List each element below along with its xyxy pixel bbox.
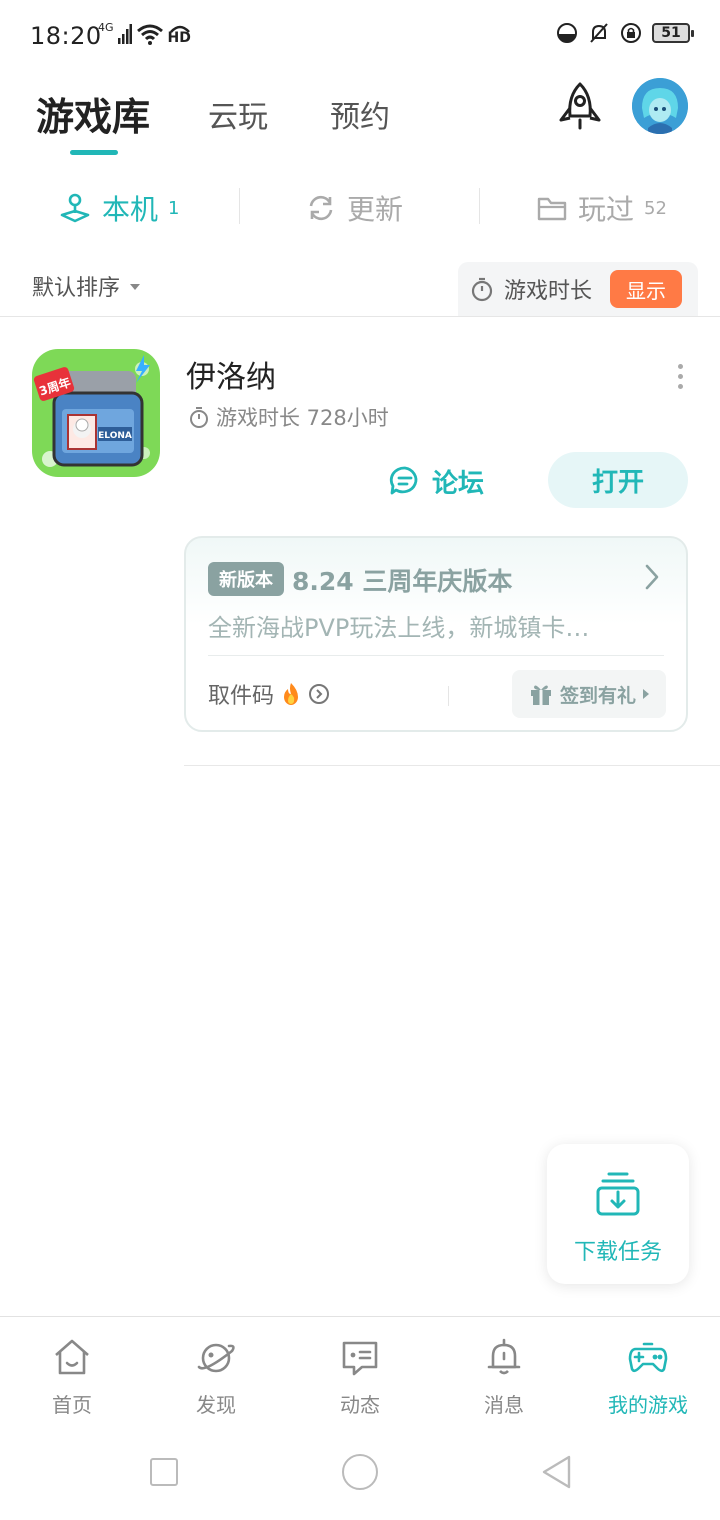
playtime-toggle-bar: 游戏时长 显示 [458, 262, 698, 316]
nav-messages-label: 消息 [484, 1393, 524, 1417]
update-description: 全新海战PVP玩法上线，新城镇卡… [208, 614, 590, 642]
home-button[interactable] [342, 1454, 378, 1490]
joystick-icon [60, 193, 90, 223]
stopwatch-icon [190, 407, 208, 428]
sort-row: 默认排序 游戏时长 显示 [0, 262, 720, 316]
folder-icon [537, 197, 567, 221]
bottom-navigation: 首页 发现 动态 消息 我的游戏 [0, 1316, 720, 1426]
show-playtime-button[interactable]: 显示 [610, 270, 682, 308]
new-version-badge: 新版本 [208, 562, 284, 596]
chat-icon [342, 1341, 378, 1376]
bell-icon [487, 1338, 521, 1375]
divider [184, 765, 720, 766]
nav-my-games-label: 我的游戏 [608, 1393, 688, 1417]
playtime-toggle-label: 游戏时长 [504, 279, 593, 304]
nav-discover-label: 发现 [196, 1393, 236, 1417]
tab-reservation[interactable]: 预约 [330, 92, 390, 136]
forum-button[interactable]: 论坛 [388, 458, 484, 504]
caret-right-icon [643, 689, 649, 699]
nav-discover[interactable]: 发现 [144, 1317, 288, 1427]
checkin-gift-label: 签到有礼 [559, 684, 636, 707]
subtab-local-label: 本机 [102, 193, 159, 226]
pickup-code-link[interactable]: 取件码 [208, 678, 330, 710]
download-tasks-label: 下载任务 [573, 1240, 662, 1265]
subtab-played-label: 玩过 [578, 193, 635, 226]
nav-home-label: 首页 [52, 1393, 92, 1417]
subtab-local-count: 1 [168, 197, 180, 219]
game-title[interactable]: 伊洛纳 [186, 352, 276, 396]
status-system-icons: 51 [556, 22, 694, 44]
more-dot [677, 373, 683, 379]
tab-game-library[interactable]: 游戏库 [36, 86, 150, 141]
back-triangle-icon[interactable] [540, 1454, 572, 1490]
divider [479, 188, 480, 224]
caret-down-icon [130, 284, 141, 290]
checkin-gift-button[interactable]: 签到有礼 [512, 670, 666, 718]
home-icon [55, 1339, 89, 1375]
nav-messages[interactable]: 消息 [432, 1317, 576, 1427]
status-time: 18:20 [30, 22, 102, 50]
top-tab-bar: 游戏库 云玩 预约 [0, 78, 720, 168]
more-dot [677, 363, 683, 369]
divider [448, 686, 449, 706]
tab-cloud-play[interactable]: 云玩 [208, 92, 268, 136]
system-navigation-bar [0, 1430, 720, 1520]
pickup-code-label: 取件码 [208, 684, 275, 709]
game-playtime-text: 游戏时长 728小时 [216, 406, 389, 430]
forum-button-label: 论坛 [432, 468, 485, 499]
game-playtime: 游戏时长 728小时 [188, 402, 389, 432]
battery-indicator: 51 [652, 23, 694, 43]
hd-icon: HD [168, 22, 192, 46]
speedup-button[interactable] [552, 78, 608, 134]
update-title: 8.24 三周年庆版本 [292, 567, 513, 596]
sub-tab-bar: 本机 1 更新 玩过 52 [0, 178, 720, 238]
update-card[interactable]: 新版本 8.24 三周年庆版本 全新海战PVP玩法上线，新城镇卡… 取件码 签到… [184, 536, 688, 732]
wifi-icon [136, 24, 163, 45]
gamepad-icon [628, 1342, 668, 1373]
gift-icon [530, 685, 551, 705]
subtab-update-label: 更新 [347, 193, 404, 226]
chevron-right-icon [645, 564, 659, 590]
fire-icon [284, 683, 299, 705]
nav-home[interactable]: 首页 [0, 1317, 144, 1427]
refresh-icon [309, 195, 333, 221]
nav-my-games[interactable]: 我的游戏 [576, 1317, 720, 1427]
status-bar: 18:20 4G HD 51 [0, 0, 720, 72]
sort-dropdown[interactable]: 默认排序 [32, 270, 141, 302]
rotation-lock-icon [621, 23, 641, 43]
user-avatar[interactable] [632, 78, 688, 134]
nav-feed-label: 动态 [340, 1393, 380, 1417]
more-options-button[interactable] [668, 358, 692, 394]
forum-chat-icon [389, 466, 418, 495]
download-tasks-button[interactable]: 下载任务 [547, 1144, 689, 1284]
tab-active-indicator [70, 150, 118, 155]
divider [208, 655, 664, 656]
open-game-button[interactable]: 打开 [548, 452, 688, 508]
game-icon-logo-text: ELONA [98, 431, 132, 441]
nav-feed[interactable]: 动态 [288, 1317, 432, 1427]
sort-label: 默认排序 [32, 276, 121, 301]
rocket-icon [559, 82, 601, 130]
divider [0, 316, 720, 317]
more-dot [677, 383, 683, 389]
game-icon[interactable]: ELONA 3周年 [32, 349, 160, 477]
download-tray-icon [596, 1172, 640, 1216]
subtab-local[interactable]: 本机 1 [58, 178, 179, 238]
mute-bell-icon [590, 23, 608, 43]
network-type-label: 4G [98, 20, 114, 34]
signal-icon [117, 24, 132, 44]
chevron-circle-icon [309, 684, 330, 704]
divider [239, 188, 240, 224]
status-network-icons: 4G HD [98, 20, 192, 47]
recent-apps-button[interactable] [150, 1458, 178, 1486]
subtab-played[interactable]: 玩过 52 [536, 178, 667, 238]
moon-icon [557, 23, 577, 43]
subtab-update[interactable]: 更新 [305, 178, 403, 238]
stopwatch-icon [471, 277, 493, 302]
subtab-played-count: 52 [644, 197, 667, 219]
planet-icon [197, 1343, 235, 1373]
